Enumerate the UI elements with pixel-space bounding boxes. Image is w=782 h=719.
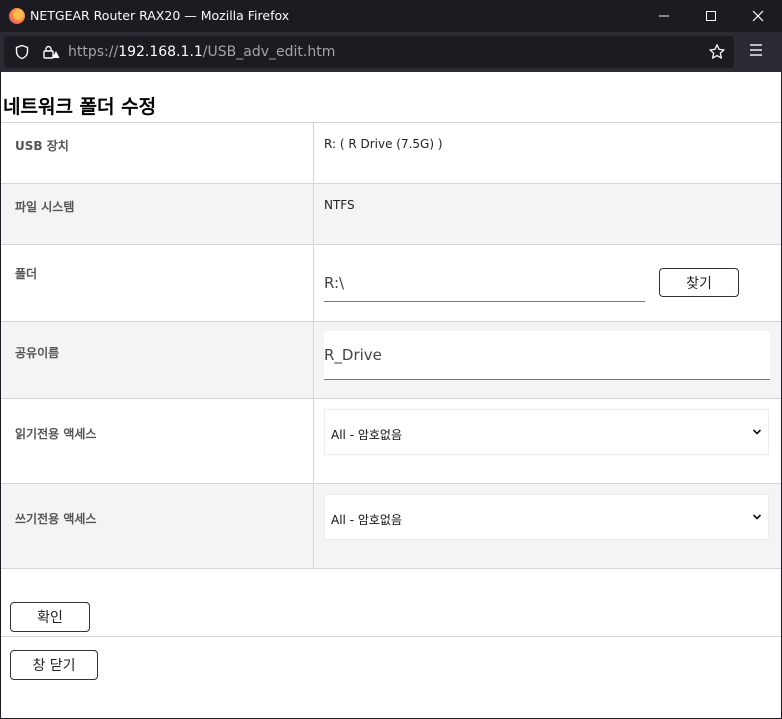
lock-warning-icon[interactable] [42,44,60,60]
row-write-access: 쓰기전용 액세스 All - 암호없음 [1,483,781,568]
url-bar[interactable]: https://192.168.1.1/USB_adv_edit.htm [4,36,734,68]
close-window-button[interactable] [735,0,781,32]
window-titlebar: NETGEAR Router RAX20 — Mozilla Firefox [0,0,782,32]
chevron-down-icon [752,514,762,520]
window-title: NETGEAR Router RAX20 — Mozilla Firefox [30,8,290,23]
browse-button[interactable]: 찾기 [659,268,739,297]
write-access-value: All - 암호없음 [331,513,402,527]
row-usb-device: USB 장치 R: ( R Drive (7.5G) ) [1,122,781,183]
read-access-label: 읽기전용 액세스 [15,427,97,441]
shield-icon[interactable] [14,44,30,60]
usb-device-label: USB 장치 [15,139,69,153]
folder-label: 폴더 [15,267,38,281]
filesystem-value: NTFS [324,198,355,212]
write-access-label: 쓰기전용 액세스 [15,512,97,526]
share-name-input[interactable] [324,331,770,380]
apply-button[interactable]: 확인 [10,602,90,632]
page-content: 네트워크 폴더 수정 USB 장치 R: ( R Drive (7.5G) ) … [1,72,781,718]
browser-toolbar: https://192.168.1.1/USB_adv_edit.htm [0,32,782,72]
minimize-icon [659,15,669,17]
read-access-value: All - 암호없음 [331,428,402,442]
page-title: 네트워크 폴더 수정 [3,96,157,118]
url-host: 192.168.1.1 [118,44,203,60]
chevron-down-icon [752,429,762,435]
read-access-select[interactable]: All - 암호없음 [324,409,769,455]
url-path: /USB_adv_edit.htm [202,44,336,60]
maximize-icon [706,11,716,21]
share-name-label: 공유이름 [15,346,60,360]
filesystem-label: 파일 시스템 [15,200,75,214]
url-text[interactable]: https://192.168.1.1/USB_adv_edit.htm [68,44,335,60]
divider [1,636,781,637]
row-filesystem: 파일 시스템 NTFS [1,183,781,244]
maximize-button[interactable] [688,0,734,32]
bookmark-star-icon[interactable] [708,43,726,61]
label-cell [1,245,314,321]
folder-input[interactable] [324,265,645,302]
table-bottom-border [1,568,781,569]
row-read-access: 읽기전용 액세스 All - 암호없음 [1,398,781,483]
hamburger-menu-icon[interactable] [748,42,764,58]
row-folder: 폴더 찾기 [1,244,781,321]
minimize-button[interactable] [641,0,687,32]
row-share-name: 공유이름 [1,321,781,398]
close-page-button[interactable]: 창 닫기 [10,650,98,680]
url-scheme: https:// [68,44,119,60]
usb-device-value: R: ( R Drive (7.5G) ) [324,137,443,151]
firefox-logo-icon [9,8,25,24]
write-access-select[interactable]: All - 암호없음 [324,494,769,540]
close-icon [752,10,764,22]
